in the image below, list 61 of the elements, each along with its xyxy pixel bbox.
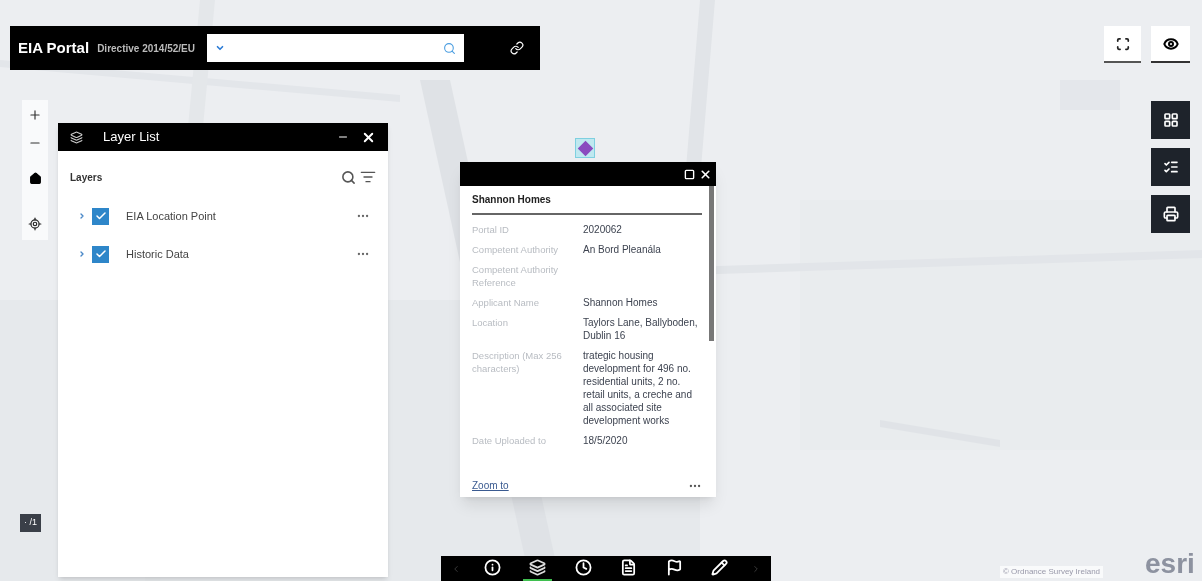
info-icon <box>483 559 501 576</box>
field-value: Shannon Homes <box>583 296 659 309</box>
check-icon <box>94 248 107 260</box>
layer-row[interactable]: EIA Location Point <box>58 197 388 235</box>
field-value: An Bord Pleanála <box>583 243 662 256</box>
dropdown-icon[interactable] <box>215 43 225 53</box>
pencil-icon <box>711 559 729 576</box>
app-subtitle: Directive 2014/52/EU <box>97 41 195 56</box>
home-icon[interactable] <box>28 172 42 185</box>
scrollbar-thumb[interactable] <box>709 186 714 341</box>
zoom-to-link[interactable]: Zoom to <box>472 478 509 493</box>
field-label: Portal ID <box>472 223 510 236</box>
layers-icon <box>70 130 83 144</box>
list-button[interactable] <box>1151 148 1190 186</box>
printer-icon <box>1162 206 1179 222</box>
eye-icon <box>1162 35 1179 52</box>
print-button[interactable] <box>1151 195 1190 233</box>
logo: esri <box>1145 549 1195 579</box>
zoom-in-icon[interactable] <box>28 108 42 122</box>
popup-title: Shannon Homes <box>472 192 702 215</box>
expand-icon[interactable] <box>78 212 86 220</box>
panel-title: Layer List <box>103 128 160 147</box>
checklist-icon <box>1162 159 1179 175</box>
scale-bar: · /1 <box>20 514 41 532</box>
field-value: trategic housing development for 496 no. residential units, 2 no. retail units, a creche and all associated site development works <box>583 349 693 427</box>
fullscreen-button[interactable] <box>1104 26 1141 63</box>
location-marker[interactable] <box>575 138 595 158</box>
check-icon <box>94 210 107 222</box>
grid-icon <box>1162 112 1179 128</box>
field-value: 18/5/2020 <box>583 434 629 447</box>
flag-icon <box>665 559 683 576</box>
layers-icon <box>529 559 547 576</box>
attribution-text: © Ordnance Survey Ireland <box>1000 566 1104 578</box>
field-label: Location <box>472 316 509 330</box>
field-label: Competent Authority <box>472 243 560 256</box>
layer-label: EIA Location Point <box>126 208 216 224</box>
field-value: Taylors Lane, Ballyboden, Dublin 16 <box>583 316 699 342</box>
fullscreen-icon <box>1115 36 1130 51</box>
field-label: Description (Max 256 characters) <box>472 349 563 376</box>
locate-icon[interactable] <box>28 217 42 231</box>
layer-checkbox[interactable] <box>92 207 109 225</box>
field-value: 2020062 <box>583 223 623 236</box>
search-field[interactable] <box>207 34 464 62</box>
layers-heading: Layers <box>70 170 103 185</box>
layer-checkbox[interactable] <box>92 245 109 263</box>
search-icon[interactable] <box>341 169 356 185</box>
field-label: Date Uploaded to <box>472 434 547 447</box>
layer-label: Historic Data <box>126 246 189 262</box>
close-icon[interactable] <box>699 167 712 181</box>
app-title: EIA Portal <box>18 37 90 58</box>
document-icon <box>620 559 638 576</box>
grid-button[interactable] <box>1151 101 1190 139</box>
maximize-icon[interactable] <box>684 168 695 180</box>
expand-icon[interactable] <box>78 250 86 258</box>
field-label: Competent Authority Reference <box>472 263 560 289</box>
visibility-button[interactable] <box>1151 26 1190 63</box>
filter-icon[interactable] <box>360 169 376 185</box>
field-label: Applicant Name <box>472 296 541 309</box>
layer-row[interactable]: Historic Data <box>58 235 388 273</box>
clock-icon <box>574 559 592 576</box>
link-icon[interactable] <box>510 41 524 55</box>
